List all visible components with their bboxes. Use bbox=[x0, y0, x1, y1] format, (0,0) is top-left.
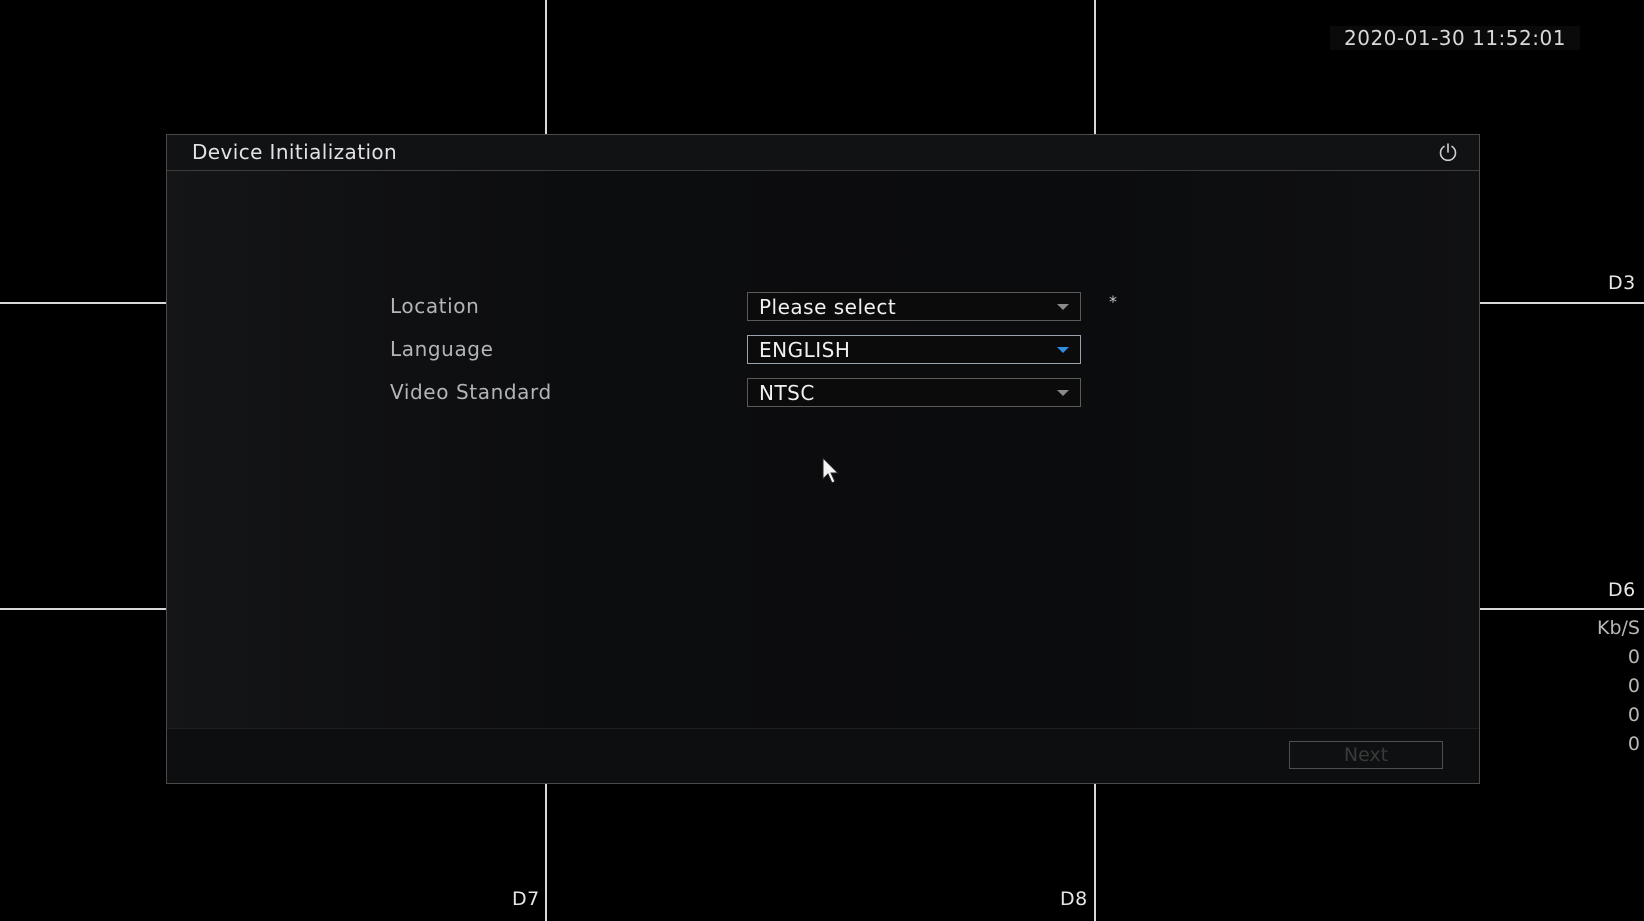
channel-label-d7: D7 bbox=[512, 888, 540, 910]
required-mark: * bbox=[1109, 292, 1117, 311]
language-select[interactable]: ENGLISH bbox=[747, 335, 1081, 364]
power-icon[interactable] bbox=[1437, 141, 1459, 163]
dialog-title: Device Initialization bbox=[192, 140, 398, 164]
bitrate-unit: Kb/S bbox=[1597, 617, 1640, 639]
chevron-down-icon bbox=[1057, 390, 1069, 396]
chevron-down-icon bbox=[1057, 347, 1069, 353]
bitrate-readout: Kb/S 0 0 0 0 bbox=[1560, 614, 1640, 759]
dvr-screen: D3 D6 D7 D8 2020-01-30 11:52:01 Kb/S 0 0… bbox=[0, 0, 1644, 921]
dialog-footer: Next bbox=[167, 728, 1479, 783]
location-select[interactable]: Please select bbox=[747, 292, 1081, 321]
dialog-header: Device Initialization bbox=[167, 135, 1479, 171]
form-row-location: Location Please select * bbox=[167, 292, 1479, 322]
language-select-value: ENGLISH bbox=[759, 338, 851, 362]
video-standard-select-value: NTSC bbox=[759, 381, 815, 405]
bitrate-value: 0 bbox=[1627, 733, 1640, 755]
video-standard-label: Video Standard bbox=[390, 380, 552, 404]
form-row-language: Language ENGLISH bbox=[167, 335, 1479, 365]
bitrate-value: 0 bbox=[1627, 675, 1640, 697]
language-label: Language bbox=[390, 337, 494, 361]
channel-label-d6: D6 bbox=[1608, 579, 1636, 601]
mouse-cursor-icon bbox=[822, 457, 840, 484]
system-timestamp: 2020-01-30 11:52:01 bbox=[1330, 26, 1580, 50]
channel-label-d8: D8 bbox=[1060, 888, 1088, 910]
bitrate-value: 0 bbox=[1627, 646, 1640, 668]
video-standard-select[interactable]: NTSC bbox=[747, 378, 1081, 407]
location-label: Location bbox=[390, 294, 480, 318]
channel-label-d3: D3 bbox=[1608, 272, 1636, 294]
form-row-video-standard: Video Standard NTSC bbox=[167, 378, 1479, 408]
chevron-down-icon bbox=[1057, 304, 1069, 310]
bitrate-value: 0 bbox=[1627, 704, 1640, 726]
next-button[interactable]: Next bbox=[1289, 741, 1443, 769]
location-select-value: Please select bbox=[759, 295, 897, 319]
